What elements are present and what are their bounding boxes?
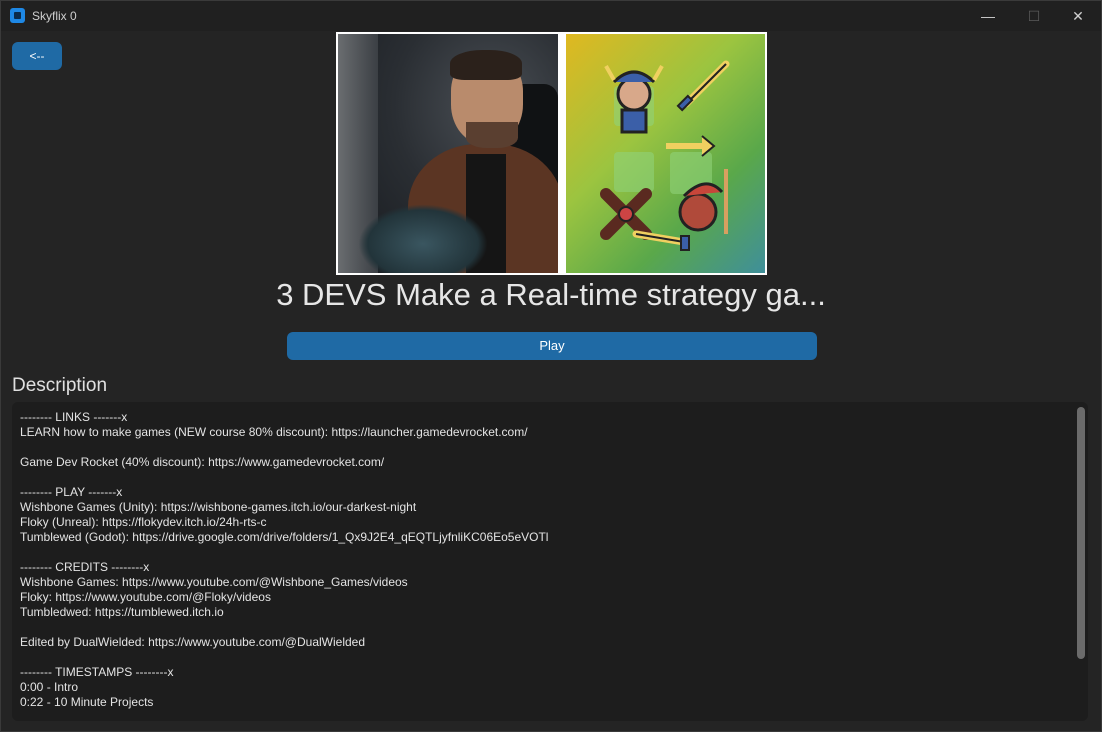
description-line: Floky: https://www.youtube.com/@Floky/vi…: [20, 590, 271, 604]
description-line: LEARN how to make games (NEW course 80% …: [20, 425, 528, 439]
description-line: Tumbledwed: https://tumblewed.itch.io: [20, 605, 224, 619]
description-line: [20, 470, 1060, 485]
description-line: -------- CREDITS --------x: [20, 560, 150, 574]
description-line: [20, 440, 1060, 455]
description-line: Edited by DualWielded: https://www.youtu…: [20, 635, 366, 649]
description-scrollbar[interactable]: [1077, 407, 1085, 659]
window-title: Skyflix 0: [32, 9, 77, 23]
thumbnail-game-art: [566, 34, 765, 273]
description-line: 0:00 - Intro: [20, 680, 79, 694]
app-window: Skyflix 0 — ☐ ✕ <-- 3 DEVS Make a Real-t…: [0, 0, 1102, 732]
description-line: Floky (Unreal): https://flokydev.itch.io…: [20, 515, 267, 529]
description-line: -------- TIMESTAMPS --------x: [20, 665, 174, 679]
description-heading: Description: [12, 375, 108, 396]
title-bar[interactable]: Skyflix 0 — ☐ ✕: [1, 1, 1101, 31]
description-line: -------- LINKS -------x: [20, 410, 128, 424]
play-button[interactable]: Play: [287, 332, 817, 360]
description-line: -------- PLAY -------x: [20, 485, 123, 499]
game-characters-art: [600, 60, 730, 251]
description-line: Wishbone Games: https://www.youtube.com/…: [20, 575, 408, 589]
minimize-button[interactable]: —: [965, 1, 1011, 31]
video-thumbnail: [336, 32, 767, 275]
maximize-button[interactable]: ☐: [1011, 1, 1057, 31]
thumbnail-developer-photo: [338, 34, 558, 273]
description-line: 0:22 - 10 Minute Projects: [20, 695, 154, 709]
thumbnail-divider: [558, 34, 566, 273]
description-line: [20, 650, 1060, 665]
video-title: 3 DEVS Make a Real-time strategy ga...: [276, 277, 826, 312]
description-line: Game Dev Rocket (40% discount): https://…: [20, 455, 385, 469]
description-textbox[interactable]: -------- LINKS -------x LEARN how to make…: [12, 402, 1088, 721]
description-line: [20, 545, 1060, 560]
description-line: Tumblewed (Godot): https://drive.google.…: [20, 530, 549, 544]
close-button[interactable]: ✕: [1055, 1, 1101, 31]
app-icon: [10, 8, 25, 23]
description-line: [20, 620, 1060, 635]
description-text[interactable]: -------- LINKS -------x LEARN how to make…: [20, 410, 1060, 710]
description-line: Wishbone Games (Unity): https://wishbone…: [20, 500, 417, 514]
back-button[interactable]: <--: [12, 42, 62, 70]
